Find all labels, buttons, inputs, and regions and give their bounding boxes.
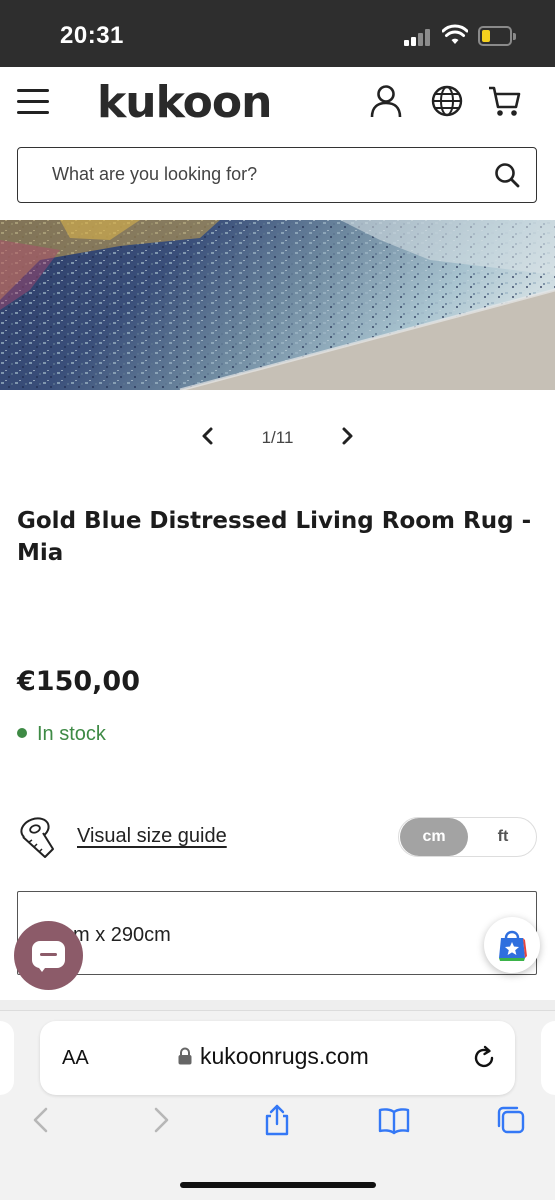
site-header: kukoon: [0, 67, 555, 142]
previous-tab-pill[interactable]: [0, 1021, 14, 1095]
site-logo[interactable]: kukoon: [97, 77, 272, 128]
product-image[interactable]: [0, 220, 555, 390]
lock-icon: [178, 1047, 192, 1065]
stock-status: In stock: [17, 723, 106, 746]
shopping-bag-star-icon: [499, 930, 527, 961]
status-time: 20:31: [60, 22, 124, 49]
tape-measure-icon: [20, 817, 54, 858]
signal-icon: [404, 28, 434, 46]
chevron-left-icon[interactable]: [196, 424, 220, 448]
wifi-icon: [442, 24, 468, 44]
text-size-button[interactable]: AA: [62, 1047, 89, 1070]
url-text: kukoonrugs.com: [200, 1043, 369, 1069]
browser-toolbar: AA kukoonrugs.com: [0, 1010, 555, 1200]
search-box: [17, 147, 537, 203]
address-bar[interactable]: AA kukoonrugs.com: [40, 1021, 515, 1095]
content-divider: [0, 1000, 555, 1010]
stock-dot-icon: [17, 728, 27, 738]
size-guide-link[interactable]: Visual size guide: [77, 825, 227, 848]
rug-photo: [0, 220, 555, 390]
globe-icon[interactable]: [429, 83, 465, 119]
reload-icon[interactable]: [471, 1045, 497, 1071]
status-bar: 20:31: [0, 0, 555, 67]
share-icon[interactable]: [260, 1103, 294, 1137]
size-select[interactable]: cm x 290cm: [17, 891, 537, 975]
product-price: €150,00: [17, 666, 140, 697]
search-input[interactable]: [52, 148, 472, 201]
unit-toggle[interactable]: cm ft: [398, 817, 537, 857]
battery-icon: [478, 26, 516, 46]
menu-icon[interactable]: [17, 89, 49, 115]
bookmarks-icon[interactable]: [377, 1103, 411, 1137]
chat-button[interactable]: [14, 921, 83, 990]
back-icon[interactable]: [24, 1103, 58, 1137]
account-icon[interactable]: [368, 83, 404, 119]
next-tab-pill[interactable]: [541, 1021, 555, 1095]
size-guide-row: Visual size guide cm ft: [0, 805, 555, 865]
unit-cm-option[interactable]: cm: [400, 818, 468, 856]
url-display[interactable]: kukoonrugs.com: [178, 1043, 369, 1070]
chevron-right-icon[interactable]: [335, 424, 359, 448]
home-indicator: [180, 1182, 376, 1188]
carousel-nav: 1/11: [0, 418, 555, 454]
tabs-icon[interactable]: [494, 1103, 528, 1137]
product-title: Gold Blue Distressed Living Room Rug - M…: [17, 508, 532, 566]
search-icon[interactable]: [494, 162, 520, 188]
stock-label: In stock: [37, 723, 106, 745]
forward-icon[interactable]: [144, 1103, 178, 1137]
cart-icon[interactable]: [487, 83, 523, 119]
image-counter: 1/11: [261, 428, 294, 447]
reviews-badge[interactable]: [484, 917, 540, 973]
unit-ft-option[interactable]: ft: [469, 818, 537, 856]
